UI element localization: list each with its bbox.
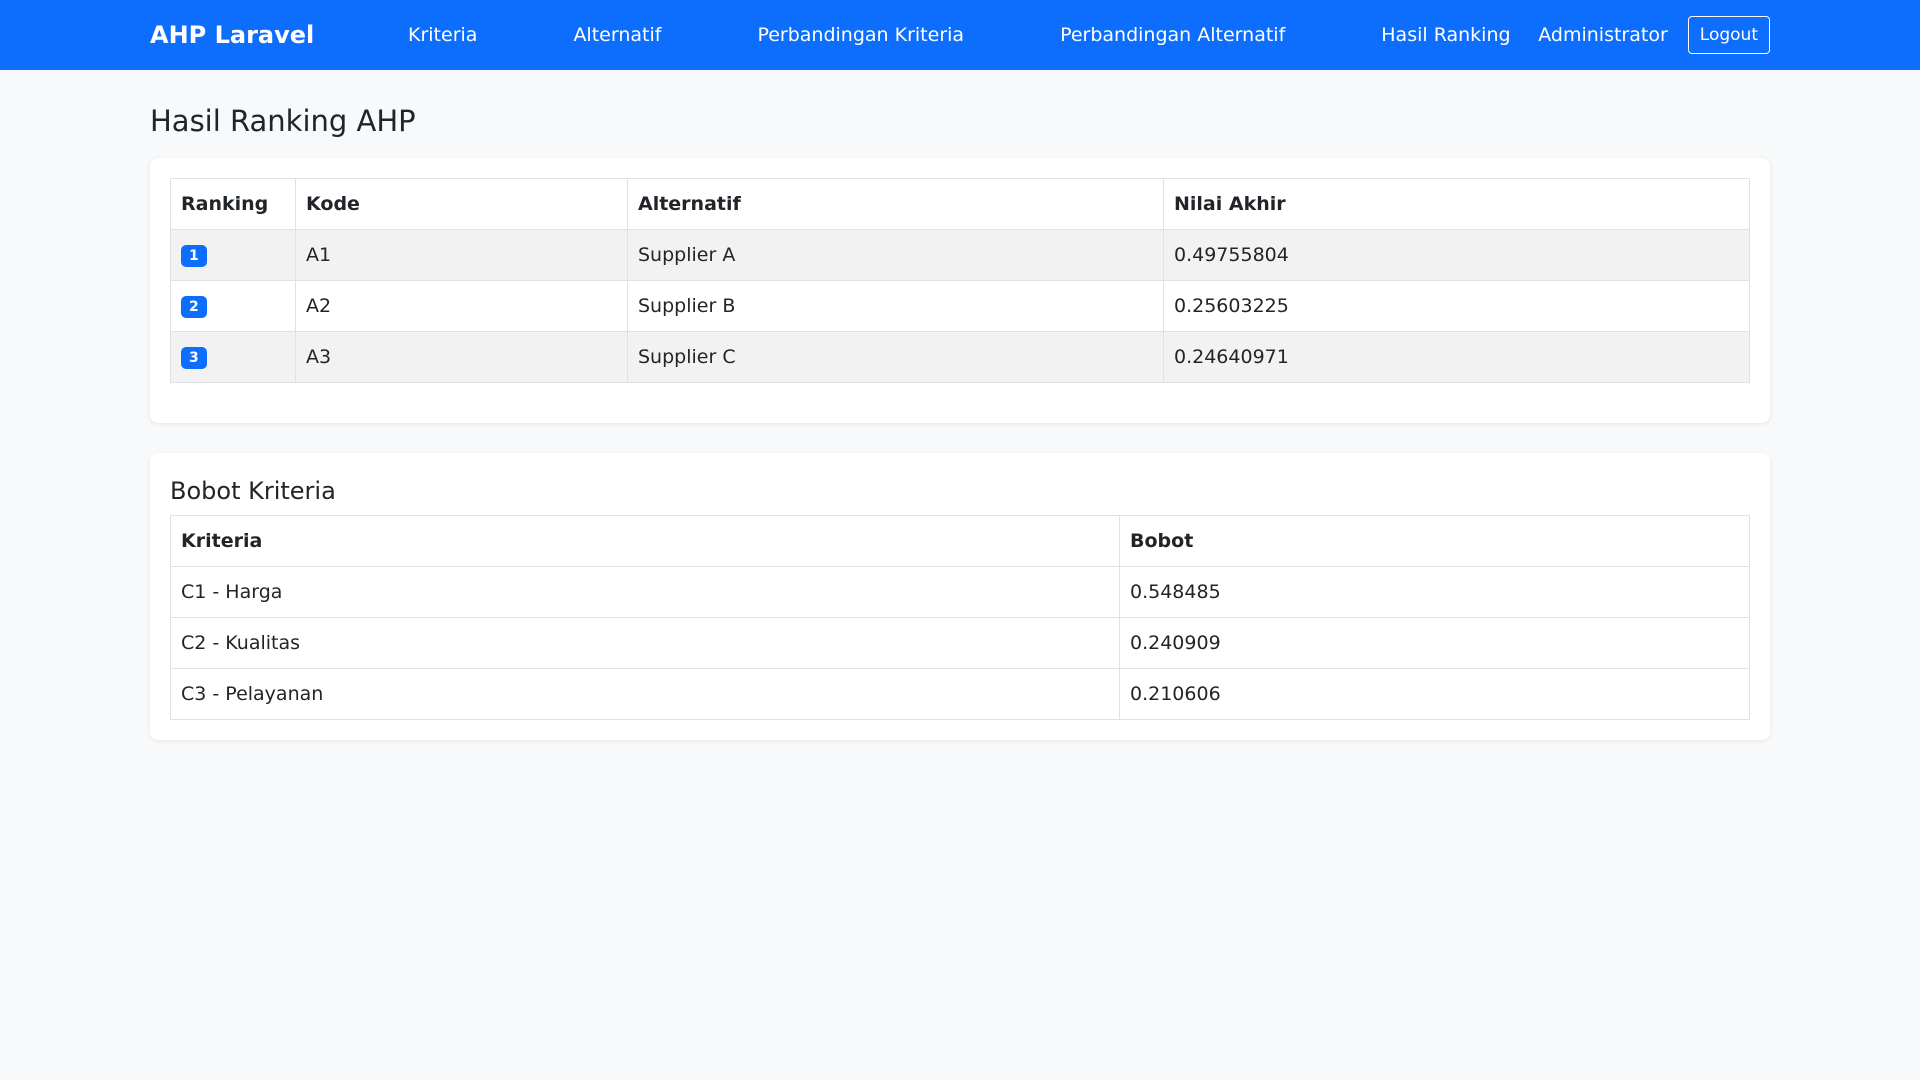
kriteria-cell: C1 - Harga <box>170 566 1120 618</box>
col-header-kriteria: Kriteria <box>170 515 1120 567</box>
brand-logo[interactable]: AHP Laravel <box>150 21 408 49</box>
col-header-alternatif: Alternatif <box>627 178 1164 230</box>
kriteria-cell: C2 - Kualitas <box>170 617 1120 669</box>
ranking-card: Ranking Kode Alternatif Nilai Akhir 1 A1… <box>150 158 1770 423</box>
alternatif-cell: Supplier C <box>627 331 1164 383</box>
bobot-header-row: Kriteria Bobot <box>170 515 1750 567</box>
nilai-cell: 0.24640971 <box>1163 331 1750 383</box>
ranking-header-row: Ranking Kode Alternatif Nilai Akhir <box>170 178 1750 230</box>
bobot-table: Kriteria Bobot C1 - Harga 0.548485 C2 - … <box>170 515 1750 720</box>
nav-link-kriteria[interactable]: Kriteria <box>408 24 477 46</box>
kriteria-cell: C3 - Pelayanan <box>170 668 1120 720</box>
col-header-bobot: Bobot <box>1119 515 1750 567</box>
bobot-cell: 0.210606 <box>1119 668 1750 720</box>
kode-cell: A3 <box>295 331 628 383</box>
nilai-cell: 0.49755804 <box>1163 229 1750 281</box>
bobot-cell: 0.240909 <box>1119 617 1750 669</box>
table-row: 3 A3 Supplier C 0.24640971 <box>170 331 1750 383</box>
page-title: Hasil Ranking AHP <box>150 104 416 138</box>
rank-cell: 1 <box>170 229 296 281</box>
navbar: AHP Laravel Kriteria Alternatif Perbandi… <box>0 0 1920 70</box>
user-name: Administrator <box>1538 24 1668 46</box>
rank-cell: 2 <box>170 280 296 332</box>
alternatif-cell: Supplier A <box>627 229 1164 281</box>
table-row: 1 A1 Supplier A 0.49755804 <box>170 229 1750 281</box>
kode-cell: A1 <box>295 229 628 281</box>
bobot-cell: 0.548485 <box>1119 566 1750 618</box>
table-row: C2 - Kualitas 0.240909 <box>170 617 1750 669</box>
alternatif-cell: Supplier B <box>627 280 1164 332</box>
main-container: Hasil Ranking AHP Ranking Kode Alternati… <box>0 104 1920 740</box>
nilai-cell: 0.25603225 <box>1163 280 1750 332</box>
nav-user-area: Administrator Logout <box>1538 16 1770 54</box>
kode-cell: A2 <box>295 280 628 332</box>
col-header-ranking: Ranking <box>170 178 296 230</box>
table-row: C3 - Pelayanan 0.210606 <box>170 668 1750 720</box>
nav-link-perbandingan-alternatif[interactable]: Perbandingan Alternatif <box>1060 24 1285 46</box>
bobot-card: Bobot Kriteria Kriteria Bobot C1 - Harga… <box>150 453 1770 740</box>
nav-links: Kriteria Alternatif Perbandingan Kriteri… <box>408 24 1538 46</box>
table-row: 2 A2 Supplier B 0.25603225 <box>170 280 1750 332</box>
col-header-kode: Kode <box>295 178 628 230</box>
rank-badge: 2 <box>181 296 207 318</box>
col-header-nilai-akhir: Nilai Akhir <box>1163 178 1750 230</box>
bobot-title: Bobot Kriteria <box>170 477 336 505</box>
nav-link-perbandingan-kriteria[interactable]: Perbandingan Kriteria <box>757 24 964 46</box>
logout-button[interactable]: Logout <box>1687 16 1770 54</box>
rank-cell: 3 <box>170 331 296 383</box>
rank-badge: 3 <box>181 347 207 369</box>
table-row: C1 - Harga 0.548485 <box>170 566 1750 618</box>
nav-link-alternatif[interactable]: Alternatif <box>573 24 661 46</box>
nav-link-hasil-ranking[interactable]: Hasil Ranking <box>1381 24 1510 46</box>
ranking-table: Ranking Kode Alternatif Nilai Akhir 1 A1… <box>170 178 1750 383</box>
rank-badge: 1 <box>181 245 207 267</box>
